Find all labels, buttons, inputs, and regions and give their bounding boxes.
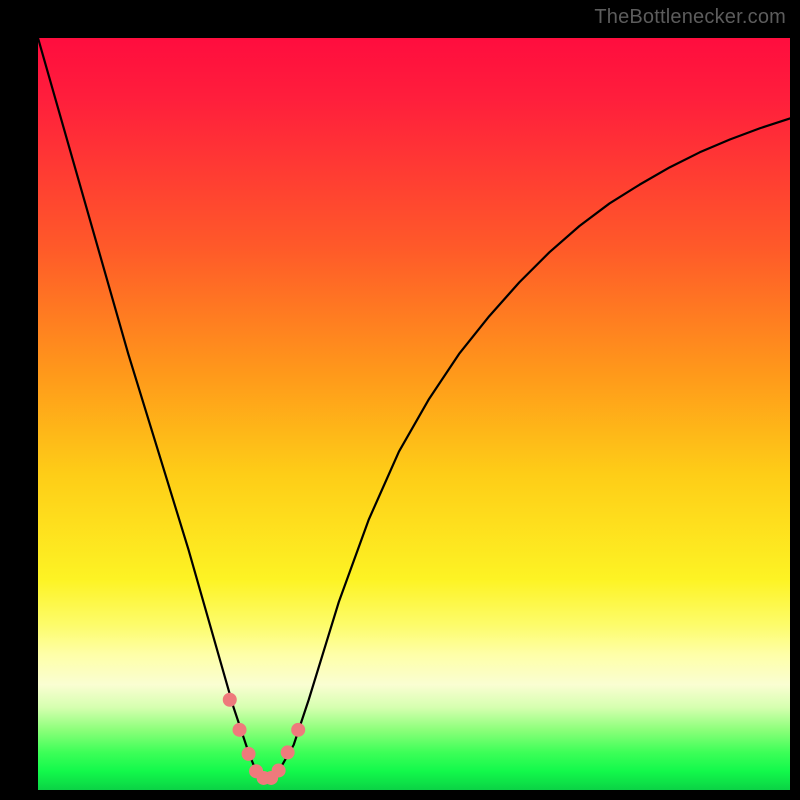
- curve-dot: [242, 747, 256, 761]
- chart-container: TheBottlenecker.com: [0, 0, 800, 800]
- curve-dot: [272, 763, 286, 777]
- curve-dots: [223, 693, 305, 785]
- bottleneck-curve: [38, 38, 790, 779]
- curve-dot: [291, 723, 305, 737]
- curve-dot: [233, 723, 247, 737]
- curve-dot: [223, 693, 237, 707]
- watermark-label: TheBottlenecker.com: [594, 6, 786, 29]
- plot-area: [38, 38, 790, 790]
- curve-dot: [281, 745, 295, 759]
- curve-svg: [38, 38, 790, 790]
